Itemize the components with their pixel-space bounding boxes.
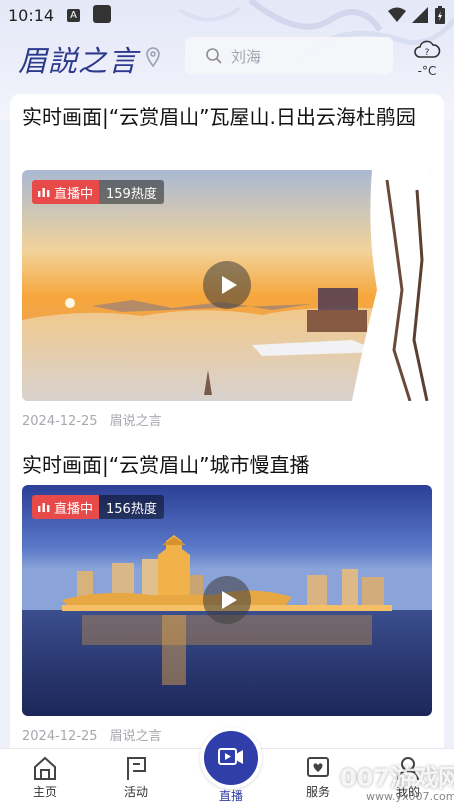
- home-icon: [34, 756, 56, 780]
- card-date: 2024-12-25: [22, 729, 98, 744]
- live-thumbnail[interactable]: 直播中 159热度: [22, 170, 432, 401]
- app-logo: 眉説之言: [18, 44, 139, 78]
- play-button[interactable]: [203, 576, 251, 624]
- heat-count: 159热度: [99, 180, 164, 204]
- card-meta: 2024-12-25 眉说之言: [22, 410, 162, 429]
- live-bars-icon: [38, 503, 50, 512]
- battery-icon: [435, 6, 445, 24]
- video-icon: [218, 748, 243, 765]
- wifi-icon: [388, 7, 406, 22]
- nav-service-label: 服务: [305, 785, 330, 799]
- nav-live-button[interactable]: [200, 727, 262, 789]
- weather-widget[interactable]: ? -°C: [408, 38, 446, 78]
- card-source: 眉说之言: [109, 729, 162, 744]
- nav-activity-label: 活动: [123, 785, 148, 799]
- card-title[interactable]: 实时画面|“云赏眉山”城市慢直播: [22, 450, 432, 481]
- play-button[interactable]: [203, 261, 251, 309]
- card-meta: 2024-12-25 眉说之言: [22, 725, 162, 744]
- notification-a-icon: A: [67, 9, 80, 22]
- live-bars-icon: [38, 188, 50, 197]
- svg-text:?: ?: [425, 48, 430, 58]
- nav-service[interactable]: 服务: [288, 749, 348, 800]
- heat-count: 156热度: [99, 495, 164, 519]
- live-label: 直播中: [54, 501, 94, 517]
- live-label: 直播中: [54, 186, 94, 202]
- nav-home[interactable]: 主页: [15, 749, 75, 800]
- site-watermark-url: www.yx007.com: [366, 790, 454, 803]
- notification-app-icon: [93, 5, 111, 23]
- nav-live-label[interactable]: 直播: [200, 787, 262, 804]
- nav-activity[interactable]: 活动: [106, 749, 166, 800]
- play-icon: [222, 276, 237, 294]
- card-title[interactable]: 实时画面|“云赏眉山”瓦屋山.日出云海杜鹃园: [22, 102, 432, 133]
- live-thumbnail[interactable]: 直播中 156热度: [22, 485, 432, 716]
- location-icon[interactable]: [145, 47, 161, 67]
- play-icon: [222, 591, 237, 609]
- signal-icon: [412, 7, 428, 23]
- nav-home-label: 主页: [32, 785, 57, 799]
- flag-icon: [127, 757, 146, 780]
- status-time: 10:14: [8, 6, 55, 25]
- search-bar[interactable]: 刘海: [185, 37, 393, 74]
- card-source: 眉说之言: [109, 414, 162, 429]
- site-watermark: 007游戏网: [340, 764, 454, 792]
- search-icon: [206, 48, 222, 64]
- temperature: -°C: [417, 64, 437, 78]
- heart-icon: [307, 757, 329, 777]
- card-date: 2024-12-25: [22, 414, 98, 429]
- cloud-icon: ?: [414, 40, 441, 58]
- live-badge: 直播中 156热度: [32, 495, 164, 519]
- live-feed: 实时画面|“云赏眉山”瓦屋山.日出云海杜鹃园 直播中 159热度 2024-12…: [10, 94, 444, 754]
- search-placeholder: 刘海: [231, 48, 262, 66]
- live-badge: 直播中 159热度: [32, 180, 164, 204]
- status-bar: 10:14 A: [0, 0, 454, 30]
